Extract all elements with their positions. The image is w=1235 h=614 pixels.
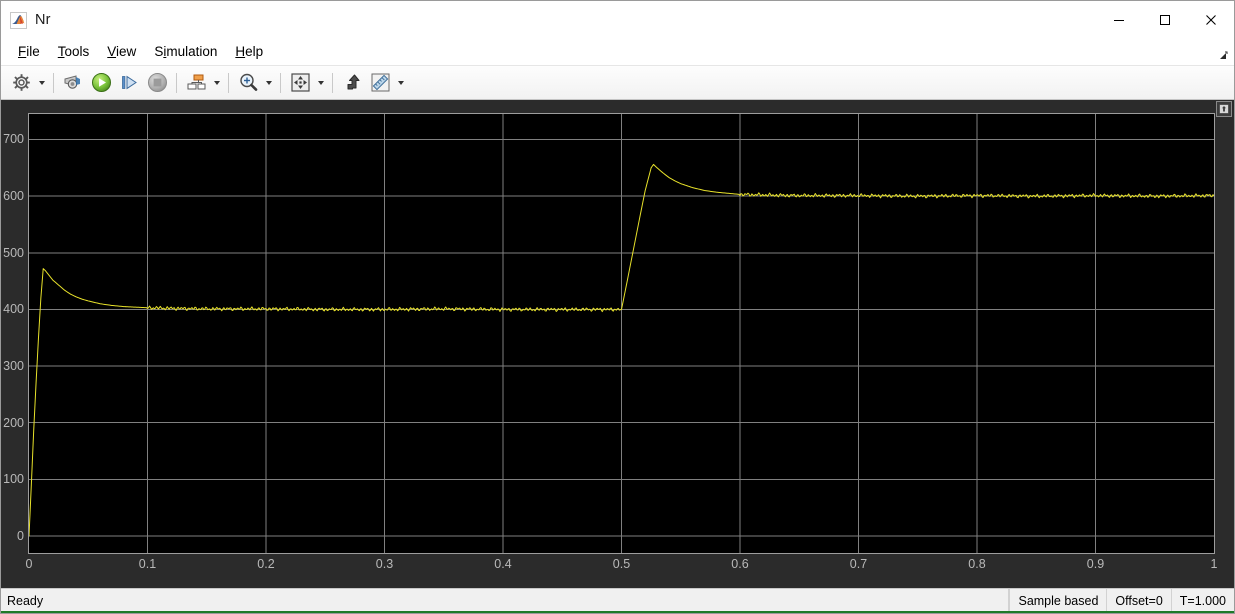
y-tick-label: 400 [3, 302, 24, 317]
menu-item-file[interactable]: File [9, 42, 49, 63]
x-tick-label: 0.7 [849, 557, 868, 571]
x-axis-labels: 0 0.1 0.2 0.3 0.4 0.5 0.6 0.7 0.8 0.9 1 [25, 557, 1218, 578]
status-bar: Ready Sample based Offset=0 T=1.000 [1, 588, 1234, 613]
plot-top-strip [1, 100, 1234, 117]
y-tick-label: 700 [3, 132, 24, 147]
menu-label-view-rest: iew [116, 43, 137, 59]
signal-plot [29, 114, 1214, 553]
y-tick-label: 300 [3, 358, 24, 373]
x-tick-label: 0.5 [612, 557, 631, 571]
window-title: Nr [35, 12, 51, 28]
maximize-icon[interactable] [1142, 1, 1188, 39]
progress-indicator-line [1, 611, 1234, 613]
matlab-membrane-icon [10, 11, 27, 29]
menu-item-help[interactable]: Help [226, 42, 272, 63]
menu-label-file-rest: ile [26, 43, 40, 59]
stop-icon[interactable] [143, 69, 171, 97]
autoscale-dropdown-arrow[interactable] [314, 70, 327, 96]
status-offset: Offset=0 [1106, 589, 1170, 613]
run-play-icon[interactable] [87, 69, 115, 97]
x-tick-label: 0.3 [375, 557, 394, 571]
y-axis-labels: 0 100 200 300 400 500 600 700 [1, 113, 26, 554]
window-controls [1096, 1, 1234, 39]
y-tick-label: 200 [3, 415, 24, 430]
status-frame-type: Sample based [1009, 589, 1106, 613]
x-tick-label: 0.8 [968, 557, 986, 571]
toolbar-separator-5 [332, 72, 333, 93]
y-tick-label: 500 [3, 245, 24, 260]
zoom-magnifier-icon[interactable] [234, 69, 262, 97]
menu-item-tools[interactable]: Tools [49, 42, 99, 63]
toolbar-separator-3 [228, 72, 229, 93]
status-time: T=1.000 [1170, 589, 1234, 613]
x-tick-label: 0.6 [731, 557, 749, 571]
autoscale-arrows-icon[interactable] [286, 69, 314, 97]
x-tick-label: 1 [1210, 557, 1218, 571]
x-tick-label: 0 [25, 557, 33, 571]
gear-icon[interactable] [7, 69, 35, 97]
y-tick-label: 100 [3, 472, 24, 487]
print-icon[interactable] [59, 69, 87, 97]
toolbar-separator-1 [53, 72, 54, 93]
status-ready-text: Ready [1, 589, 1010, 613]
menu-label-simulation-rest: mulation [166, 43, 218, 59]
scope-plot-area: 0 100 200 300 400 500 600 700 0 0.1 0.2 0.3 0.4 0.5 0… [1, 100, 1234, 588]
minimize-icon[interactable] [1096, 1, 1142, 39]
x-tick-label: 0.9 [1086, 557, 1105, 571]
zoom-dropdown-arrow[interactable] [262, 70, 275, 96]
toolbar-separator-4 [280, 72, 281, 93]
y-tick-label: 0 [17, 528, 24, 543]
gear-dropdown-arrow[interactable] [35, 70, 48, 96]
menu-item-simulation[interactable]: Simulation [145, 42, 226, 63]
step-forward-icon[interactable] [115, 69, 143, 97]
undock-icon[interactable] [1216, 101, 1232, 117]
axes-canvas[interactable] [28, 113, 1215, 554]
signal-dropdown-arrow[interactable] [210, 70, 223, 96]
x-tick-label: 0.4 [494, 557, 512, 571]
close-icon[interactable] [1188, 1, 1234, 39]
menu-bar: File Tools View Simulation Help [1, 39, 1234, 66]
signal-blocks-icon[interactable] [182, 69, 210, 97]
x-tick-label: 0.1 [138, 557, 157, 571]
toolbar [1, 66, 1234, 100]
menu-label-tools-rest: ools [64, 43, 90, 59]
menu-item-view[interactable]: View [98, 42, 145, 63]
style-lightning-icon[interactable] [338, 69, 366, 97]
resize-grip-icon[interactable] [1215, 49, 1229, 63]
x-tick-label: 0.2 [257, 557, 275, 571]
toolbar-separator-2 [176, 72, 177, 93]
ruler-icon[interactable] [366, 69, 394, 97]
y-tick-label: 600 [3, 188, 24, 203]
scope-window: Nr File Tools View Simulation Help 0 100… [0, 0, 1235, 614]
menu-label-help-rest: elp [245, 43, 264, 59]
title-bar: Nr [1, 1, 1234, 39]
ruler-dropdown-arrow[interactable] [394, 70, 407, 96]
